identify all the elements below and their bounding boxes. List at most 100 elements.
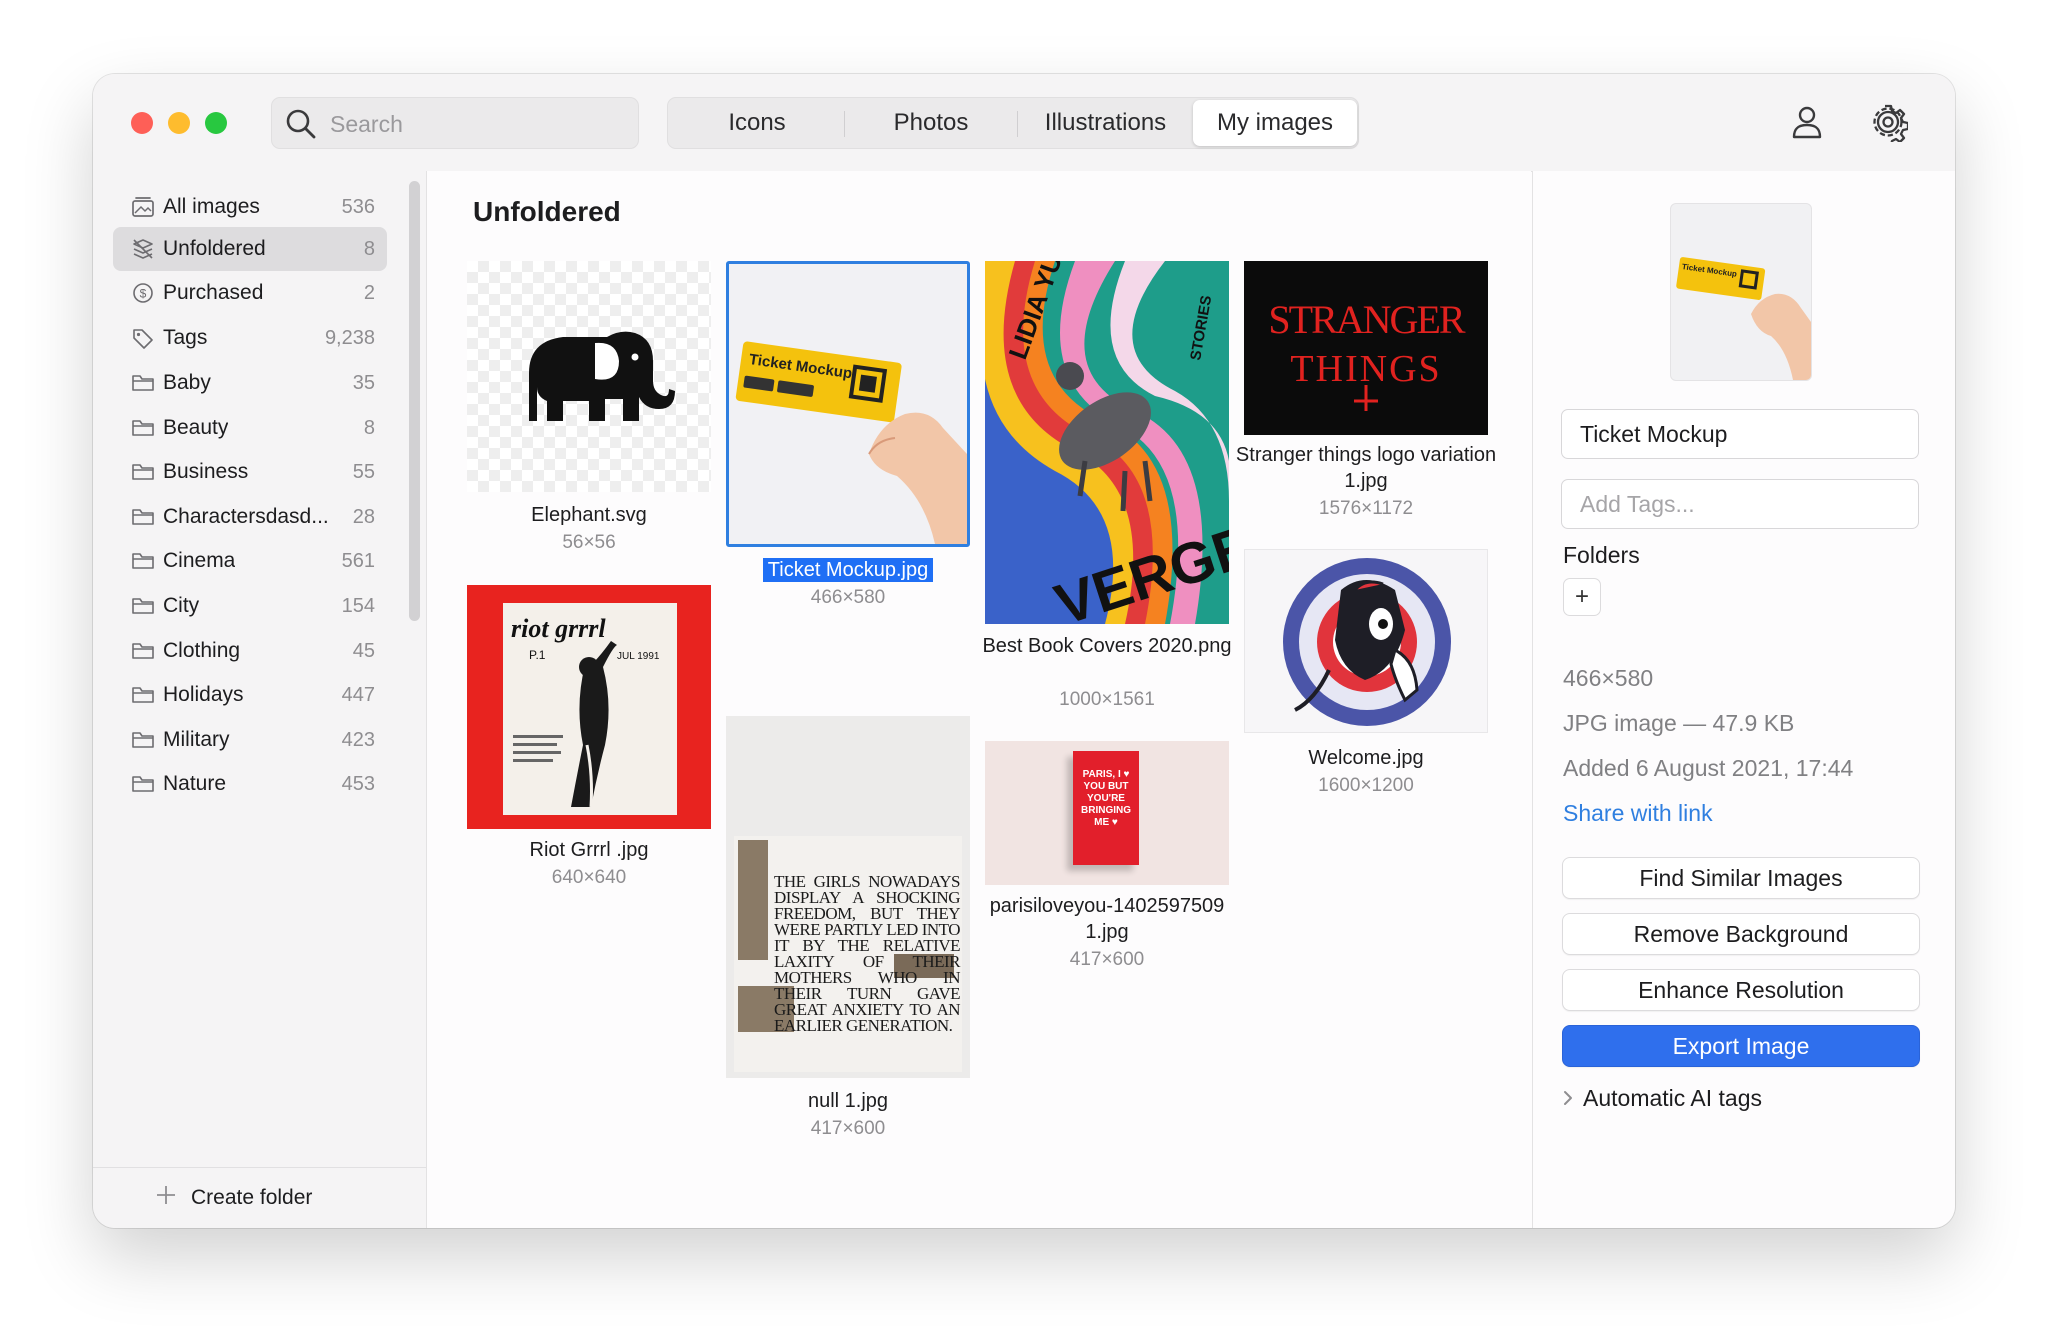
- sidebar-item-count: 423: [341, 729, 375, 751]
- image-thumbnail: Ticket Mockup: [726, 261, 970, 547]
- image-thumbnail: [1244, 549, 1488, 733]
- stranger-line1: STRANGER: [1268, 297, 1465, 342]
- folder-icon: [132, 643, 154, 659]
- app-window: Icons Photos Illustrations My images All…: [93, 74, 1955, 1228]
- sidebar-item-charactersdasd[interactable]: Charactersdasd... 28: [113, 495, 387, 539]
- image-filename: Best Book Covers 2020.png: [982, 635, 1232, 657]
- category-tabs: Icons Photos Illustrations My images: [667, 97, 1359, 149]
- sidebar-item-count: 453: [341, 773, 375, 795]
- sidebar-item-count: 28: [352, 506, 375, 528]
- tab-icons[interactable]: Icons: [670, 100, 844, 146]
- image-dimensions: 417×600: [810, 1118, 886, 1139]
- folder-icon: [132, 420, 154, 436]
- folder-icon: [132, 375, 154, 391]
- book-cover-art: LIDIA YUKNAVITCH STORIES VERGE: [985, 261, 1229, 624]
- minimize-window-button[interactable]: [168, 112, 190, 134]
- sidebar-item-holidays[interactable]: Holidays 447: [113, 673, 387, 717]
- image-dimensions: 1000×1561: [1059, 689, 1155, 710]
- tag-icon: [133, 329, 153, 349]
- sidebar-item-label: Baby: [163, 371, 211, 394]
- book-cover-text: PARIS, I ♥ YOU BUT YOU'RE BRINGING ME ♥: [1081, 769, 1131, 828]
- add-to-folder-button[interactable]: +: [1563, 578, 1601, 616]
- sidebar-item-all-images[interactable]: All images 536: [113, 185, 387, 229]
- search-box[interactable]: [271, 97, 639, 150]
- sidebar-item-cinema[interactable]: Cinema 561: [113, 539, 387, 583]
- sidebar-item-label: Purchased: [163, 281, 264, 304]
- sidebar-item-tags[interactable]: Tags 9,238: [113, 316, 387, 360]
- image-filename: null 1.jpg: [807, 1090, 889, 1112]
- sidebar-scrollbar[interactable]: [409, 181, 420, 621]
- sidebar-item-label: All images: [163, 195, 260, 218]
- sidebar-item-label: Military: [163, 728, 230, 751]
- riot-grrrl-zine: riot grrrl P.1 JUL 1991: [503, 603, 677, 815]
- plus-icon: [157, 1186, 175, 1204]
- tab-illustrations[interactable]: Illustrations: [1018, 100, 1193, 146]
- user-account-icon[interactable]: [1787, 102, 1827, 142]
- chevron-right-icon: [1564, 1091, 1572, 1105]
- sidebar-item-nature[interactable]: Nature 453: [113, 762, 387, 806]
- sidebar-item-purchased[interactable]: $ Purchased 2: [113, 271, 387, 315]
- magazine-photo: [738, 840, 768, 960]
- ticket-preview: Ticket Mockup: [1676, 257, 1811, 380]
- image-dimensions: 1576×1172: [1318, 498, 1414, 519]
- sidebar-item-count: 8: [363, 238, 375, 260]
- sidebar-item-label: Nature: [163, 772, 227, 795]
- dollar-circle-icon: $: [133, 283, 153, 303]
- add-tags-field[interactable]: [1561, 479, 1919, 529]
- sidebar-item-count: 8: [363, 417, 375, 439]
- close-window-button[interactable]: [131, 112, 153, 134]
- image-thumbnail: riot grrrl P.1 JUL 1991: [467, 585, 711, 829]
- image-title-input[interactable]: [1562, 410, 1918, 458]
- sidebar-item-clothing[interactable]: Clothing 45: [113, 629, 387, 673]
- image-title-field[interactable]: [1561, 409, 1919, 459]
- image-dimensions: 417×600: [1069, 949, 1145, 970]
- sidebar-item-label: City: [163, 594, 200, 617]
- share-link[interactable]: Share with link: [1563, 800, 1713, 827]
- stranger-line2: THINGS: [1290, 348, 1441, 390]
- sidebar-item-count: 2: [363, 282, 375, 304]
- sidebar-item-city[interactable]: City 154: [113, 584, 387, 628]
- sidebar-item-count: 561: [341, 550, 375, 572]
- title-bar: Icons Photos Illustrations My images: [93, 74, 1955, 172]
- gear-icon[interactable]: [1868, 102, 1908, 142]
- image-dimensions: 640×640: [551, 867, 627, 888]
- sidebar-footer: Create folder: [93, 1167, 426, 1228]
- tab-photos[interactable]: Photos: [845, 100, 1017, 146]
- search-icon: [286, 109, 316, 139]
- add-tags-input[interactable]: [1562, 480, 1918, 528]
- magazine-text: THE GIRLS NOWADAYS DISPLAY A SHOCKING FR…: [774, 872, 961, 1035]
- file-type-size-info: JPG image — 47.9 KB: [1563, 710, 1795, 736]
- create-folder-label: Create folder: [191, 1186, 313, 1209]
- folder-icon: [132, 687, 154, 703]
- sidebar-item-business[interactable]: Business 55: [113, 450, 387, 494]
- zoom-window-button[interactable]: [205, 112, 227, 134]
- sidebar-item-beauty[interactable]: Beauty 8: [113, 406, 387, 450]
- sidebar-item-baby[interactable]: Baby 35: [113, 361, 387, 405]
- image-grid-area: Unfoldered Elephant.svg 56×56 Ticket Moc…: [427, 171, 1531, 1228]
- find-similar-images-button[interactable]: Find Similar Images: [1562, 857, 1920, 899]
- ticket-photo: Ticket Mockup: [735, 341, 967, 544]
- image-filename: Riot Grrrl .jpg: [529, 839, 649, 861]
- search-input[interactable]: [328, 98, 632, 150]
- svg-text:$: $: [140, 287, 147, 301]
- sidebar-item-count: 9,238: [324, 327, 375, 349]
- tab-my-images[interactable]: My images: [1193, 100, 1357, 146]
- sidebar-item-label: Holidays: [163, 683, 244, 706]
- sidebar-item-count: 45: [352, 640, 375, 662]
- sidebar-item-label: Clothing: [163, 639, 241, 662]
- sidebar-item-label: Business: [163, 460, 249, 483]
- sidebar-item-unfoldered[interactable]: Unfoldered 8: [113, 227, 387, 271]
- enhance-resolution-button[interactable]: Enhance Resolution: [1562, 969, 1920, 1011]
- sidebar-item-label: Cinema: [163, 549, 236, 572]
- selected-image-preview: Ticket Mockup: [1670, 203, 1812, 381]
- sidebar-item-military[interactable]: Military 423: [113, 718, 387, 762]
- image-filename: parisiloveyou-1402597509 1.jpg: [989, 895, 1225, 943]
- stranger-things-logo: STRANGER THINGS: [1268, 297, 1468, 411]
- image-filename: Stranger things logo variation 1.jpg: [1235, 444, 1497, 492]
- image-thumbnail: THE GIRLS NOWADAYS DISPLAY A SHOCKING FR…: [726, 716, 970, 1078]
- remove-background-button[interactable]: Remove Background: [1562, 913, 1920, 955]
- sidebar-item-count: 447: [341, 684, 375, 706]
- riot-title: riot grrrl: [511, 614, 606, 643]
- date-added-info: Added 6 August 2021, 17:44: [1563, 755, 1854, 781]
- export-image-button[interactable]: Export Image: [1562, 1025, 1920, 1067]
